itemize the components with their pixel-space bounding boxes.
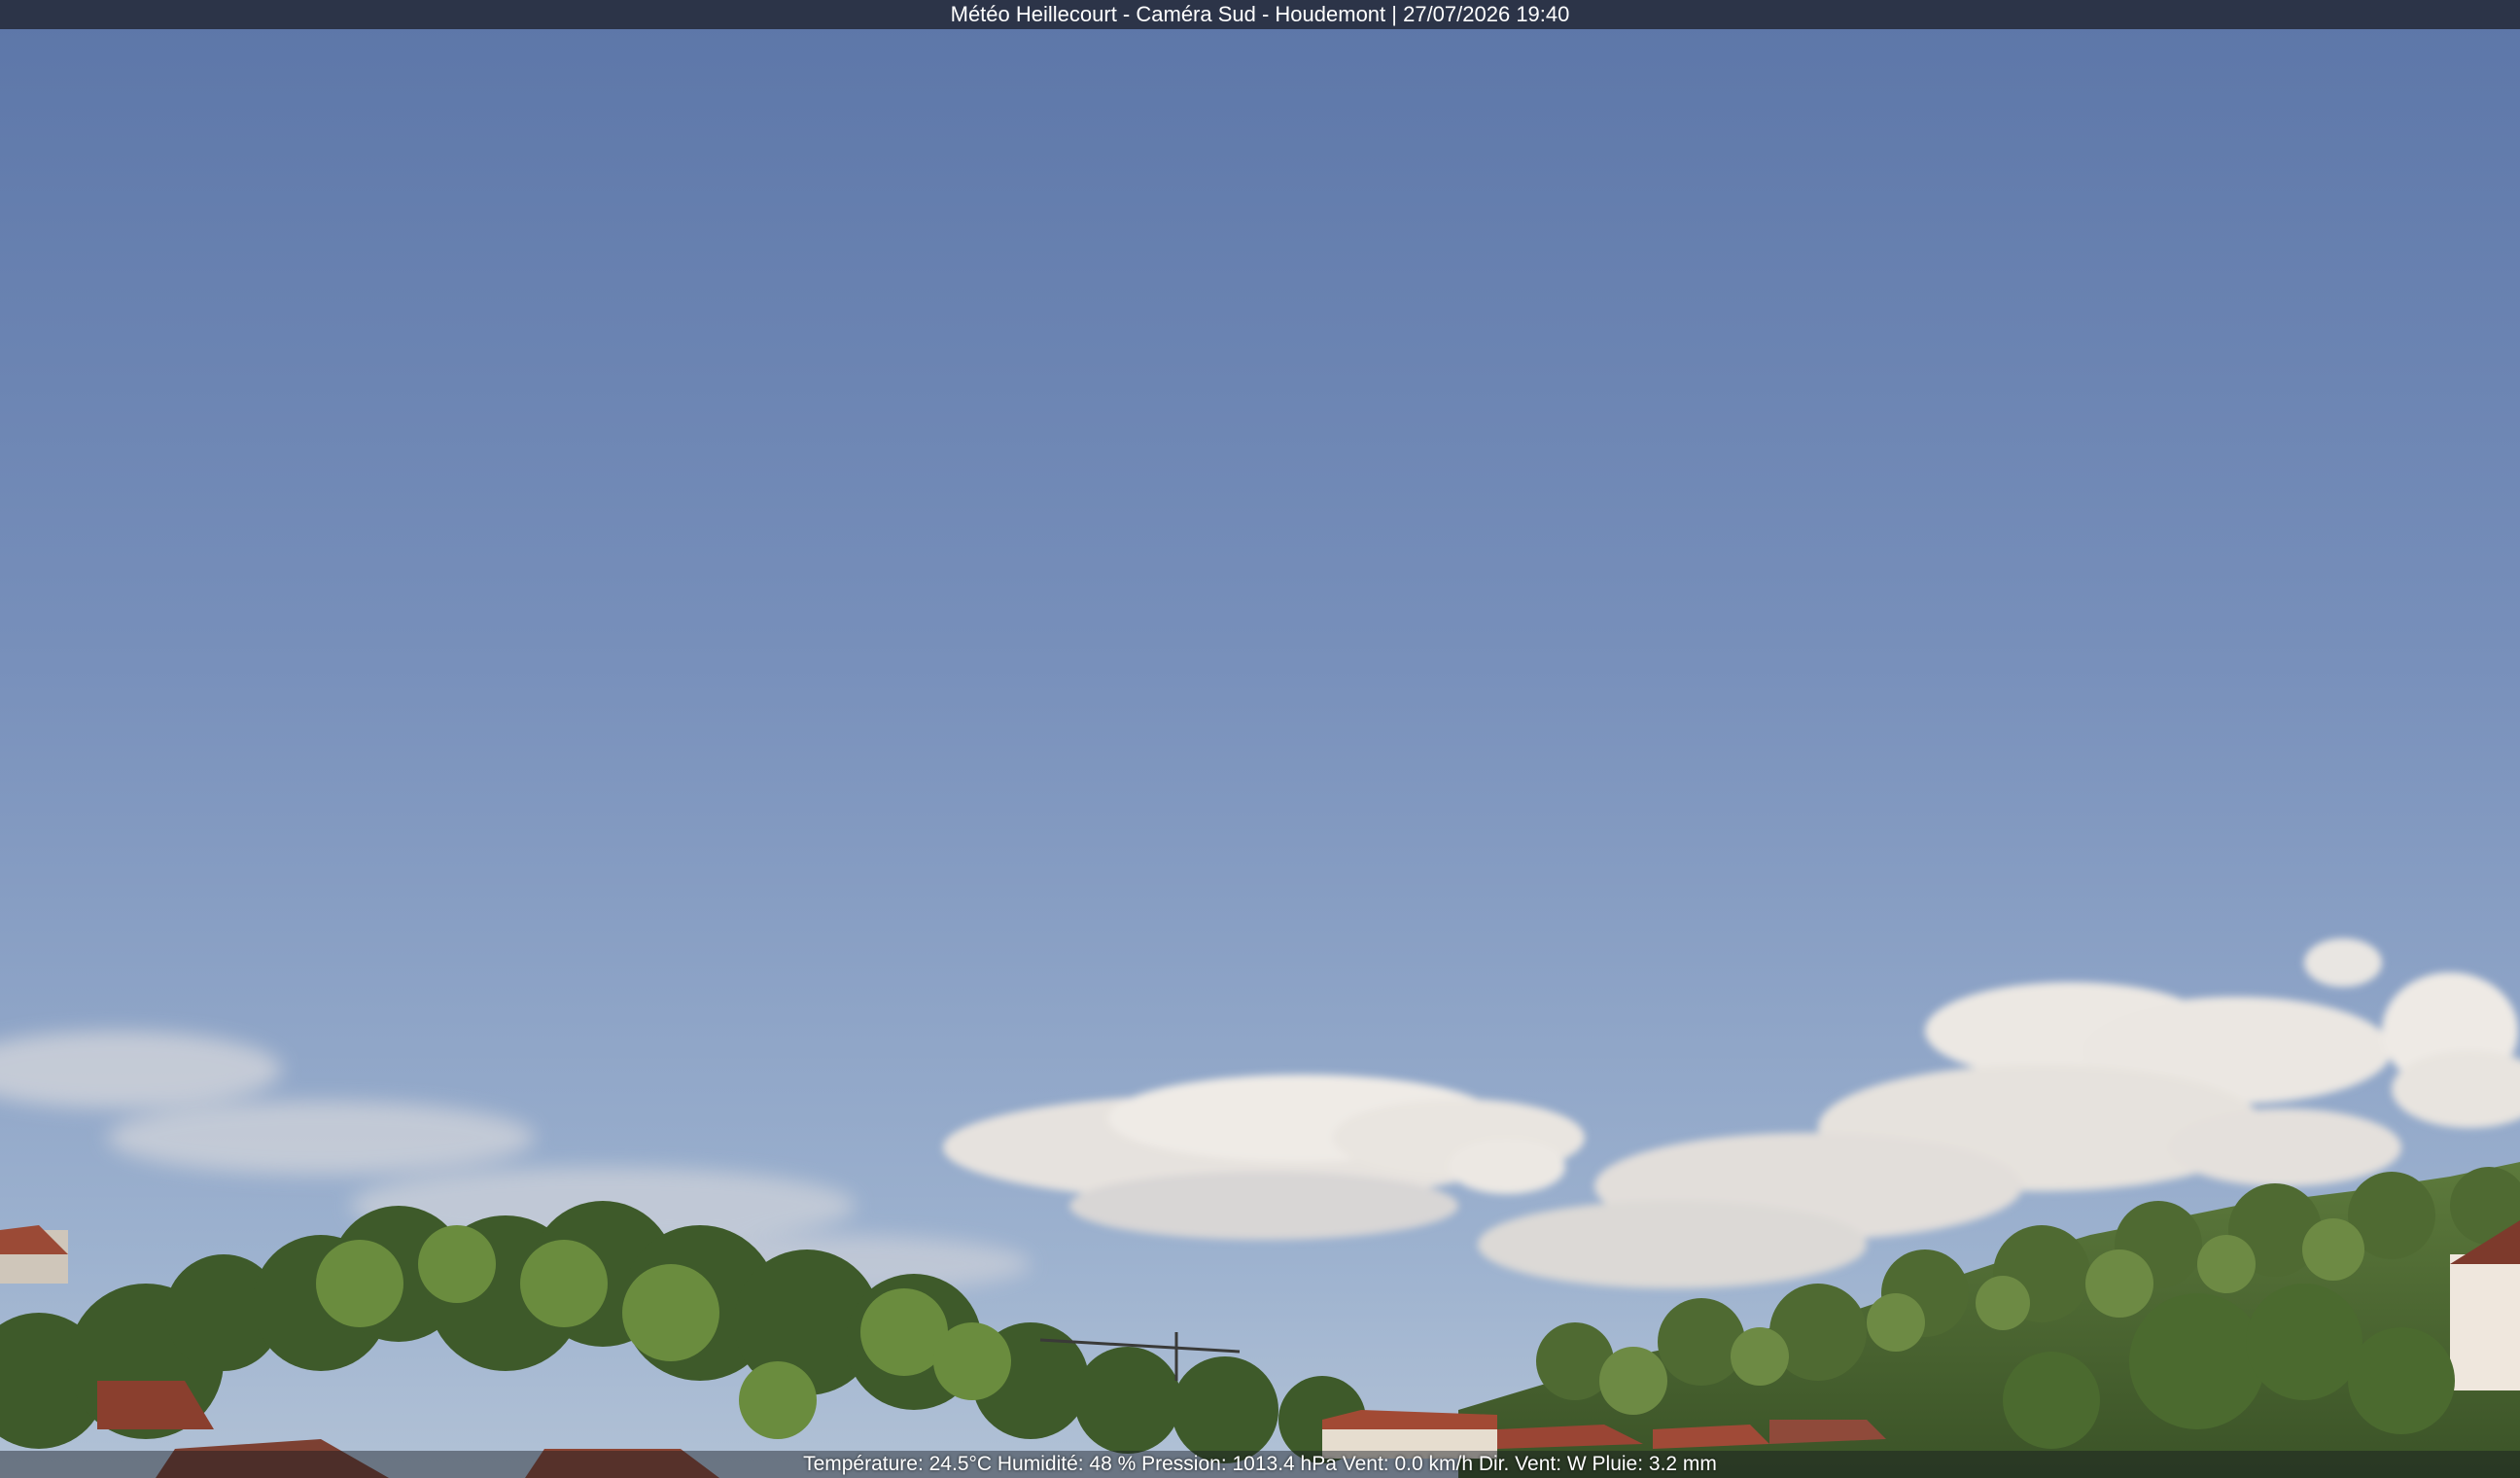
webcam-image [0,0,2520,1478]
webcam-title: Météo Heillecourt - Caméra Sud - Houdemo… [950,2,1570,26]
weather-readout-bar: Température: 24.5°C Humidité: 48 % Press… [0,1451,2520,1478]
weather-readout: Température: 24.5°C Humidité: 48 % Press… [803,1453,1717,1475]
webcam-frame: Météo Heillecourt - Caméra Sud - Houdemo… [0,0,2520,1478]
webcam-title-bar: Météo Heillecourt - Caméra Sud - Houdemo… [0,0,2520,29]
